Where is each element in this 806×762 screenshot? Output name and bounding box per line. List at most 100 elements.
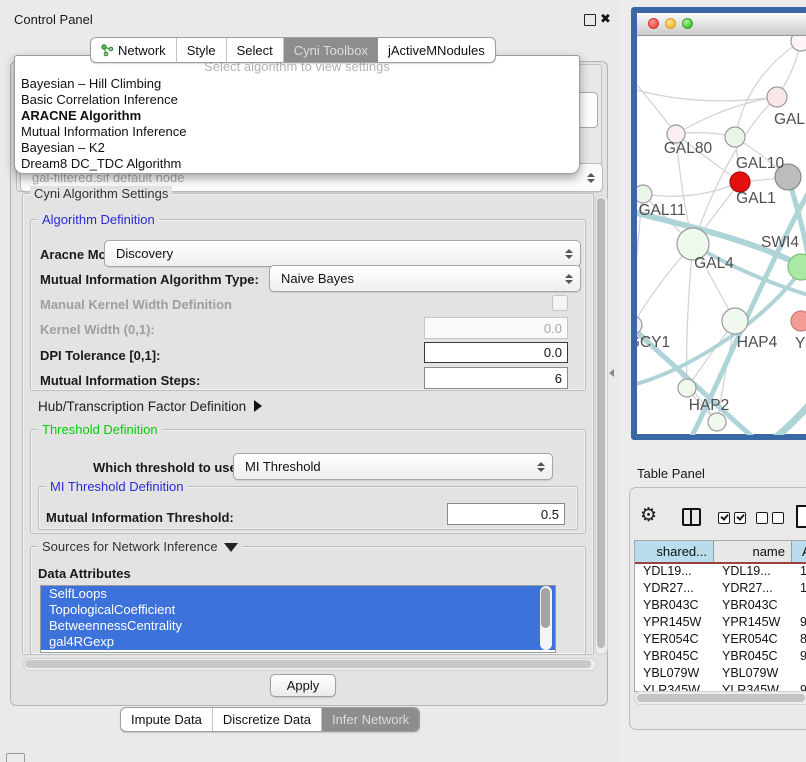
settings-hscrollbar[interactable] [23, 658, 597, 671]
tab-network[interactable]: Network [91, 38, 177, 62]
tab-infer-network[interactable]: Infer Network [322, 708, 419, 731]
algorithm-option-basic-correlation[interactable]: Basic Correlation Inference [15, 92, 579, 108]
table-hscrollbar-thumb[interactable] [637, 694, 805, 702]
node-gal11[interactable] [637, 185, 652, 203]
manual-kernel-label: Manual Kernel Width Definition [40, 297, 232, 312]
label-y-partial: Y [795, 335, 805, 352]
node-salmon[interactable] [791, 311, 806, 331]
label-gal11: GAL11 [638, 202, 685, 219]
minimize-window-icon[interactable] [665, 18, 676, 29]
table-panel-title: Table Panel [637, 466, 705, 481]
table-panel: ⚙ shared... name A YDL19... YDL19... 13 … [629, 487, 806, 730]
algorithm-option-bayesian-k2[interactable]: Bayesian – K2 [15, 140, 579, 156]
tab-style[interactable]: Style [177, 38, 227, 62]
node-hap2[interactable] [678, 379, 696, 397]
aracne-mode-value: Discovery [116, 246, 173, 261]
settings-vscrollbar[interactable] [595, 195, 608, 655]
new-table-icon[interactable] [796, 505, 806, 528]
algorithm-option-dream8[interactable]: Dream8 DC_TDC Algorithm [15, 156, 579, 172]
table-row[interactable]: YDL19... YDL19... 13 [635, 564, 806, 581]
split-columns-icon[interactable] [682, 508, 701, 526]
zoom-window-icon[interactable] [682, 18, 693, 29]
cell-val: 13 [800, 564, 806, 578]
tab-select[interactable]: Select [227, 38, 284, 62]
dock-mini-button[interactable] [6, 753, 25, 762]
data-attributes-label: Data Attributes [38, 566, 131, 581]
mi-steps-field[interactable] [424, 367, 568, 389]
mi-type-combo[interactable]: Naive Bayes [269, 265, 581, 292]
sources-group-title[interactable]: Sources for Network Inference [38, 539, 242, 554]
attribute-selfloops[interactable]: SelfLoops [41, 586, 555, 602]
tab-discretize-data[interactable]: Discretize Data [213, 708, 322, 731]
algorithm-definition-title: Algorithm Definition [38, 212, 159, 227]
float-panel-icon[interactable] [584, 14, 596, 26]
select-all-checkboxes-icon[interactable] [718, 511, 750, 529]
attributes-scrollbar-thumb[interactable] [541, 588, 550, 628]
tab-impute-data[interactable]: Impute Data [121, 708, 213, 731]
column-header-name[interactable]: name [714, 541, 792, 562]
network-canvas[interactable]: GAL GAL80 GAL10 GAL1 GAL11 GAL4 SWI4 GCY… [637, 36, 806, 435]
mi-steps-label: Mutual Information Steps: [40, 373, 200, 388]
label-swi4: SWI4 [761, 234, 799, 251]
cell-shared: YER054C [643, 632, 713, 646]
attribute-gal4rgexp[interactable]: gal4RGexp [41, 634, 555, 650]
tab-cyni-toolbox[interactable]: Cyni Toolbox [284, 38, 378, 62]
attributes-scrollbar[interactable] [540, 586, 552, 650]
node-gal1[interactable] [730, 172, 750, 192]
mi-threshold-field[interactable] [447, 503, 565, 525]
cell-val: 12 [800, 581, 806, 595]
close-panel-icon[interactable]: ✖ [600, 11, 611, 27]
attribute-topologicalcoefficient[interactable]: TopologicalCoefficient [41, 602, 555, 618]
node-gal-partial[interactable] [767, 87, 787, 107]
cell-shared: YDR27... [643, 581, 713, 595]
cell-name: YBL079W [722, 666, 790, 680]
table-row[interactable]: YBR043C YBR043C [635, 598, 806, 615]
table-row[interactable]: YPR145W YPR145W 9. [635, 615, 806, 632]
dpi-tolerance-field[interactable] [424, 342, 568, 363]
expanded-arrow-icon [224, 543, 238, 552]
hub-definition-label: Hub/Transcription Factor Definition [38, 399, 246, 414]
mi-type-label: Mutual Information Algorithm Type: [40, 272, 259, 287]
algorithm-option-mutual-information[interactable]: Mutual Information Inference [15, 124, 579, 140]
algorithm-dropdown-popup: Select algorithm to view settings Bayesi… [14, 55, 580, 174]
node-gal10[interactable] [725, 127, 745, 147]
splitter-collapse-arrow-icon[interactable] [609, 369, 614, 377]
cell-shared: YPR145W [643, 615, 713, 629]
settings-hscrollbar-thumb[interactable] [25, 660, 591, 668]
bottom-tab-bar: Impute Data Discretize Data Infer Networ… [120, 707, 420, 732]
tab-jactivemnodules[interactable]: jActiveMNodules [378, 38, 495, 62]
cell-shared: YBL079W [643, 666, 713, 680]
tab-impute-data-label: Impute Data [131, 712, 202, 727]
gear-icon[interactable]: ⚙ [640, 506, 657, 525]
node-hap4[interactable] [722, 308, 748, 334]
hub-definition-toggle[interactable]: Hub/Transcription Factor Definition [38, 399, 262, 414]
manual-kernel-checkbox[interactable] [552, 295, 568, 311]
algorithm-option-aracne[interactable]: ARACNE Algorithm [15, 108, 579, 124]
table-row[interactable]: YDR27... YDR27... 12 [635, 581, 806, 598]
node-unlabeled-bottom[interactable] [708, 413, 726, 431]
close-window-icon[interactable] [648, 18, 659, 29]
node-gcy1[interactable] [637, 316, 642, 334]
node-unlabeled-top[interactable] [791, 36, 806, 51]
spinner-icon [565, 249, 573, 259]
apply-button[interactable]: Apply [270, 674, 336, 697]
table-hscrollbar[interactable] [634, 691, 806, 705]
label-gal4: GAL4 [694, 255, 734, 272]
column-header-shared-name[interactable]: shared... [635, 541, 714, 562]
mi-threshold-label: Mutual Information Threshold: [46, 510, 234, 525]
which-threshold-value: MI Threshold [245, 459, 321, 474]
which-threshold-combo[interactable]: MI Threshold [233, 453, 553, 480]
deselect-all-checkboxes-icon[interactable] [756, 511, 788, 529]
network-window-titlebar[interactable] [637, 13, 806, 36]
table-row[interactable]: YBL079W YBL079W [635, 666, 806, 683]
aracne-mode-combo[interactable]: Discovery [104, 240, 581, 267]
attribute-betweennesscentrality[interactable]: BetweennessCentrality [41, 618, 555, 634]
column-header-partial[interactable]: A [792, 541, 806, 562]
cell-name: YDR27... [722, 581, 790, 595]
table-row[interactable]: YER054C YER054C 8. [635, 632, 806, 649]
label-gal80: GAL80 [664, 140, 713, 157]
algorithm-option-bayesian-hill-climbing[interactable]: Bayesian – Hill Climbing [15, 76, 579, 92]
settings-vscrollbar-thumb[interactable] [597, 198, 605, 648]
table-row[interactable]: YBR045C YBR045C 9. [635, 649, 806, 666]
kernel-width-field[interactable] [424, 317, 568, 339]
